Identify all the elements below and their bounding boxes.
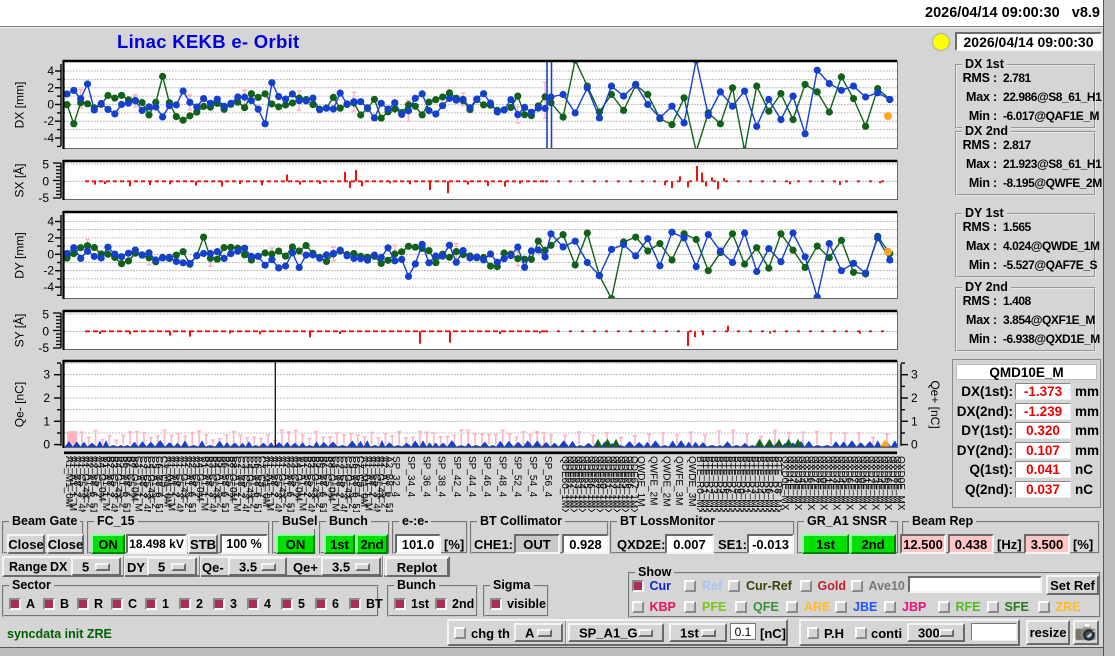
svg-text:SP_42_4: SP_42_4 <box>451 456 462 498</box>
svg-text:2: 2 <box>43 391 50 405</box>
svg-text:1: 1 <box>911 414 918 428</box>
svg-text:2: 2 <box>47 81 54 95</box>
svg-text:Qe- [nC]: Qe- [nC] <box>13 382 27 427</box>
svg-text:SX [Å]: SX [Å] <box>12 163 27 197</box>
svg-text:3: 3 <box>43 368 50 382</box>
svg-text:-2: -2 <box>43 114 54 128</box>
svg-text:0: 0 <box>43 438 50 452</box>
svg-text:-5: -5 <box>38 341 49 355</box>
svg-text:0: 0 <box>911 438 918 452</box>
svg-text:4: 4 <box>47 215 54 229</box>
svg-text:-4: -4 <box>43 131 54 145</box>
svg-text:-2: -2 <box>43 264 54 278</box>
svg-text:0: 0 <box>42 324 49 338</box>
svg-text:Qe+ [nC]: Qe+ [nC] <box>928 380 942 428</box>
svg-text:-5: -5 <box>38 191 49 205</box>
svg-text:1: 1 <box>43 414 50 428</box>
svg-text:2: 2 <box>47 231 54 245</box>
svg-text:SP_46_4: SP_46_4 <box>481 456 492 498</box>
svg-text:DX [mm]: DX [mm] <box>13 82 27 129</box>
svg-text:5: 5 <box>42 158 49 172</box>
svg-text:SY [Å]: SY [Å] <box>12 314 27 348</box>
svg-text:4: 4 <box>47 64 54 78</box>
svg-text:2: 2 <box>911 391 918 405</box>
svg-text:SP_34_4: SP_34_4 <box>405 456 416 498</box>
svg-text:QWFE_2M: QWFE_2M <box>648 456 659 505</box>
svg-text:SP_36_4: SP_36_4 <box>420 456 431 498</box>
svg-text:QWFE_3M: QWFE_3M <box>673 456 684 505</box>
svg-text:SP_54_4: SP_54_4 <box>527 456 538 498</box>
svg-text:SP_44_4: SP_44_4 <box>466 456 477 498</box>
svg-text:-4: -4 <box>43 280 54 294</box>
svg-text:0: 0 <box>47 247 54 261</box>
svg-text:QXD0E_MX: QXD0E_MX <box>895 456 906 511</box>
svg-text:QWDE_1M: QWDE_1M <box>635 456 646 507</box>
svg-text:SP_32_4: SP_32_4 <box>390 456 401 498</box>
svg-text:SP_56_4: SP_56_4 <box>542 456 553 498</box>
svg-text:SP_38_4: SP_38_4 <box>436 456 447 498</box>
svg-text:QWDE_2M: QWDE_2M <box>660 456 671 507</box>
svg-text:0: 0 <box>42 174 49 188</box>
svg-text:DY [mm]: DY [mm] <box>13 232 27 278</box>
svg-text:SP_52_4: SP_52_4 <box>512 456 523 498</box>
svg-text:0: 0 <box>47 98 54 112</box>
svg-text:5: 5 <box>42 308 49 322</box>
svg-text:3: 3 <box>911 368 918 382</box>
svg-text:SP_48_4: SP_48_4 <box>496 456 507 498</box>
